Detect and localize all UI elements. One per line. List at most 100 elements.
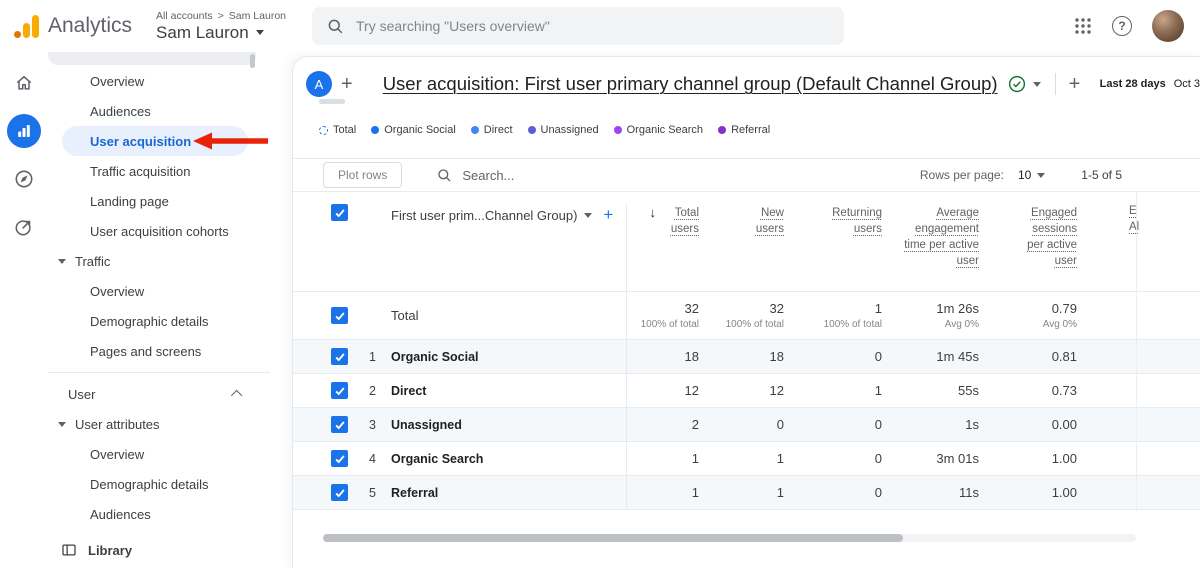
rows-per-page-value[interactable]: 10 bbox=[1018, 168, 1031, 182]
sidebar-item-traffic-acquisition[interactable]: Traffic acquisition bbox=[48, 156, 270, 186]
table-row: 5 Referral 1 1 0 11s 1.00 bbox=[293, 476, 1200, 510]
sidebar-item-user-audiences[interactable]: Audiences bbox=[48, 499, 270, 529]
cell: 1.00 bbox=[979, 450, 1077, 468]
column-header-new-users[interactable]: New users bbox=[699, 205, 784, 237]
user-avatar[interactable] bbox=[1152, 10, 1184, 42]
horizontal-scrollbar[interactable] bbox=[323, 534, 1136, 542]
sidebar-item-pages-and-screens[interactable]: Pages and screens bbox=[48, 336, 270, 366]
table-search-input[interactable] bbox=[462, 168, 572, 183]
apps-grid-icon[interactable] bbox=[1074, 17, 1092, 35]
legend-item-direct[interactable]: Direct bbox=[471, 124, 513, 136]
row-checkbox[interactable] bbox=[331, 348, 348, 365]
sidebar-section-user[interactable]: User bbox=[48, 379, 270, 409]
legend-dashed-dot-icon bbox=[319, 126, 328, 135]
dimension-selector[interactable]: First user prim...Channel Group) bbox=[391, 208, 577, 223]
sidebar-item-user-demographic-details[interactable]: Demographic details bbox=[48, 469, 270, 499]
global-search-input[interactable] bbox=[356, 18, 830, 34]
account-switcher[interactable]: All accounts > Sam Lauron Sam Lauron bbox=[156, 10, 286, 43]
add-dimension-button[interactable]: + bbox=[603, 205, 613, 225]
rows-per-page-dropdown-icon[interactable] bbox=[1037, 173, 1045, 178]
sidebar-scrollbar[interactable] bbox=[250, 54, 255, 68]
row-checkbox[interactable] bbox=[331, 382, 348, 399]
legend-item-organic-search[interactable]: Organic Search bbox=[614, 124, 703, 136]
legend-item-unassigned[interactable]: Unassigned bbox=[528, 124, 599, 136]
plot-rows-button[interactable]: Plot rows bbox=[323, 162, 402, 188]
sidebar-item-traffic-overview[interactable]: Overview bbox=[48, 276, 270, 306]
dimension-header: First user prim...Channel Group) + bbox=[384, 205, 626, 225]
nav-advertising-button[interactable] bbox=[7, 210, 41, 244]
legend-label: Organic Search bbox=[627, 124, 703, 136]
add-comparison-button[interactable]: + bbox=[341, 73, 353, 96]
sidebar-item-label: User acquisition cohorts bbox=[90, 224, 229, 239]
chevron-up-icon[interactable] bbox=[231, 390, 242, 401]
chevron-down-icon[interactable] bbox=[58, 422, 66, 427]
legend-dot-icon bbox=[614, 126, 622, 134]
pagination-range: 1-5 of 5 bbox=[1081, 168, 1122, 182]
table-row: 1 Organic Social 18 18 0 1m 45s 0.81 bbox=[293, 340, 1200, 374]
comparison-letter: A bbox=[315, 77, 324, 92]
table-search[interactable] bbox=[436, 167, 572, 183]
sidebar-group-user-attributes[interactable]: User attributes bbox=[48, 409, 270, 439]
customize-report-button[interactable]: + bbox=[1069, 73, 1081, 96]
sidebar-item-landing-page[interactable]: Landing page bbox=[48, 186, 270, 216]
cell: 0 bbox=[784, 416, 882, 434]
sidebar-item-library[interactable]: Library bbox=[48, 535, 270, 565]
report-status-dropdown-icon[interactable] bbox=[1033, 82, 1041, 87]
nav-explore-button[interactable] bbox=[7, 162, 41, 196]
dimension-dropdown-icon[interactable] bbox=[584, 213, 592, 218]
sidebar-item-demographic-details[interactable]: Demographic details bbox=[48, 306, 270, 336]
scrollbar-thumb[interactable] bbox=[323, 534, 903, 542]
sort-descending-icon[interactable]: ↓ bbox=[650, 205, 657, 221]
sidebar-item-user-overview[interactable]: Overview bbox=[48, 439, 270, 469]
row-metrics: 18 18 0 1m 45s 0.81 bbox=[626, 340, 1077, 373]
breadcrumb-root[interactable]: All accounts bbox=[156, 10, 213, 22]
column-header-engaged-sessions[interactable]: Engaged sessions per active user bbox=[979, 205, 1077, 269]
sidebar-group-label: Traffic bbox=[75, 254, 110, 269]
global-search[interactable] bbox=[312, 7, 844, 45]
column-header-avg-engagement-time[interactable]: Average engagement time per active user bbox=[882, 205, 979, 269]
help-icon[interactable]: ? bbox=[1112, 16, 1132, 36]
comparison-chip[interactable]: A bbox=[306, 71, 332, 97]
nav-home-button[interactable] bbox=[7, 66, 41, 100]
analytics-logo-icon[interactable] bbox=[14, 14, 39, 38]
table-row: 2 Direct 12 12 1 55s 0.73 bbox=[293, 374, 1200, 408]
account-dropdown-icon[interactable] bbox=[256, 30, 264, 35]
legend-dot-icon bbox=[471, 126, 479, 134]
cell: 0.81 bbox=[979, 348, 1077, 366]
sidebar-item-audiences[interactable]: Audiences bbox=[48, 96, 270, 126]
data-table: First user prim...Channel Group) + ↓ Tot… bbox=[293, 192, 1200, 510]
column-header-returning-users[interactable]: Returning users bbox=[784, 205, 882, 237]
breadcrumb-current: Sam Lauron bbox=[229, 10, 286, 22]
row-number: 4 bbox=[348, 452, 384, 466]
sidebar-group-traffic[interactable]: Traffic bbox=[48, 246, 270, 276]
sidebar-item-user-acquisition-cohorts[interactable]: User acquisition cohorts bbox=[48, 216, 270, 246]
column-header-total-users[interactable]: ↓ Total users bbox=[627, 205, 699, 237]
channel-name: Direct bbox=[384, 384, 626, 398]
legend-label: Organic Social bbox=[384, 124, 456, 136]
row-checkbox[interactable] bbox=[331, 307, 348, 324]
date-range-picker[interactable]: Last 28 days Oct 3 bbox=[1090, 78, 1200, 90]
legend-item-total[interactable]: Total bbox=[319, 124, 356, 136]
column-label: New users bbox=[744, 205, 784, 237]
row-checkbox[interactable] bbox=[331, 450, 348, 467]
row-checkbox[interactable] bbox=[331, 484, 348, 501]
total-label: Total bbox=[384, 308, 626, 323]
sidebar-item-user-acquisition[interactable]: User acquisition bbox=[62, 126, 248, 156]
column-divider bbox=[1136, 192, 1137, 511]
cell: 0 bbox=[784, 348, 882, 366]
legend-label: Unassigned bbox=[541, 124, 599, 136]
legend-item-organic-social[interactable]: Organic Social bbox=[371, 124, 456, 136]
sidebar-item-overview[interactable]: Overview bbox=[48, 66, 270, 96]
cell: 11s bbox=[882, 484, 979, 502]
select-all-checkbox[interactable] bbox=[331, 204, 348, 221]
row-checkbox[interactable] bbox=[331, 416, 348, 433]
legend-item-referral[interactable]: Referral bbox=[718, 124, 770, 136]
advertising-icon bbox=[13, 216, 35, 238]
cell: 0 bbox=[784, 450, 882, 468]
app-name: Analytics bbox=[48, 14, 132, 38]
column-header-truncated[interactable]: E Al bbox=[1129, 203, 1139, 235]
cell: 1 bbox=[627, 484, 699, 502]
report-title[interactable]: User acquisition: First user primary cha… bbox=[383, 73, 998, 95]
chevron-down-icon[interactable] bbox=[58, 259, 66, 264]
nav-reports-button[interactable] bbox=[7, 114, 41, 148]
